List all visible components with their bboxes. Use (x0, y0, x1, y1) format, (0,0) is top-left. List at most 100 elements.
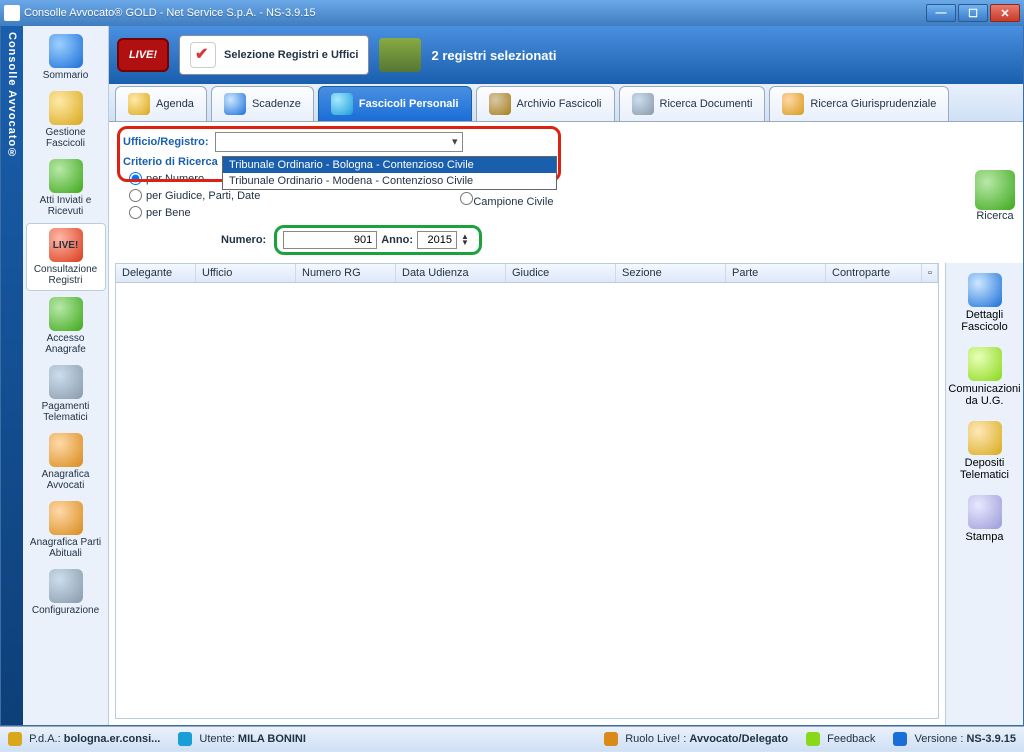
window-titlebar: Consolle Avvocato® GOLD - Net Service S.… (0, 0, 1024, 26)
action-stampa[interactable]: Stampa (950, 491, 1020, 547)
status-versione: Versione : NS-3.9.15 (893, 732, 1016, 746)
th-giudice[interactable]: Giudice (506, 264, 616, 282)
radio-campione[interactable]: Campione Civile (460, 192, 553, 208)
payment-icon (49, 365, 83, 399)
nav-label: Gestione Fascicoli (28, 127, 104, 149)
status-pda: P.d.A.: bologna.er.consi... (8, 732, 160, 746)
nav-accesso-anagrafe[interactable]: Accesso Anagrafe (26, 293, 106, 359)
close-button[interactable]: ✕ (990, 4, 1020, 22)
nav-sommario[interactable]: Sommario (26, 30, 106, 85)
anno-spinner[interactable]: ▲▼ (461, 234, 473, 246)
action-depositi[interactable]: Depositi Telematici (950, 417, 1020, 485)
anno-label: Anno: (381, 234, 413, 246)
printer-icon (968, 495, 1002, 529)
archive-icon (489, 93, 511, 115)
search-criteria: Ufficio/Registro: Tribunale Ordinario - … (109, 122, 1023, 263)
folder-search-icon (331, 93, 353, 115)
anno-input[interactable] (417, 231, 457, 249)
lawyer-icon (49, 433, 83, 467)
tab-fascicoli-personali[interactable]: Fascicoli Personali (318, 86, 472, 121)
th-delegante[interactable]: Delegante (116, 264, 196, 282)
table-header: Delegante Ufficio Numero RG Data Udienza… (116, 264, 938, 283)
status-utente: Utente: MILA BONINI (178, 732, 306, 746)
right-actions: Dettagli Fascicolo Comunicazioni da U.G.… (945, 263, 1023, 725)
nav-anagrafica-parti[interactable]: Anagrafica Parti Abituali (26, 497, 106, 563)
th-ufficio[interactable]: Ufficio (196, 264, 296, 282)
hammer-icon (782, 93, 804, 115)
window-title: Consolle Avvocato® GOLD - Net Service S.… (24, 7, 926, 19)
nav-label: Pagamenti Telematici (28, 401, 104, 423)
maximize-button[interactable]: ☐ (958, 4, 988, 22)
download-icon (968, 347, 1002, 381)
nav-gestione-fascicoli[interactable]: Gestione Fascicoli (26, 87, 106, 153)
th-numero-rg[interactable]: Numero RG (296, 264, 396, 282)
th-controparte[interactable]: Controparte (826, 264, 922, 282)
numero-label: Numero: (221, 234, 266, 246)
nav-configurazione[interactable]: Configurazione (26, 565, 106, 620)
ufficio-dropdown[interactable]: Tribunale Ordinario - Bologna - Contenzi… (222, 156, 557, 190)
server-icon (8, 732, 22, 746)
app-icon (4, 5, 20, 21)
nav-pagamenti[interactable]: Pagamenti Telematici (26, 361, 106, 427)
dropdown-option-modena[interactable]: Tribunale Ordinario - Modena - Contenzio… (223, 173, 556, 189)
info-icon (49, 34, 83, 68)
feedback-icon (806, 732, 820, 746)
people-icon (49, 501, 83, 535)
live-badge: LIVE! (117, 38, 169, 72)
status-ruolo: Ruolo Live! : Avvocato/Delegato (604, 732, 788, 746)
radio-per-giudice[interactable]: per Giudice, Parti, Date (129, 189, 260, 202)
tab-scadenze[interactable]: Scadenze (211, 86, 314, 121)
action-comunicazioni[interactable]: Comunicazioni da U.G. (950, 343, 1020, 411)
nav-label: Sommario (43, 70, 89, 81)
tab-row: Agenda Scadenze Fascicoli Personali Arch… (109, 84, 1023, 122)
nav-consultazione-registri[interactable]: LIVE! Consultazione Registri (26, 223, 106, 291)
info-icon (893, 732, 907, 746)
anagrafe-icon (49, 297, 83, 331)
search-icon (975, 170, 1015, 210)
tab-archivio-fascicoli[interactable]: Archivio Fascicoli (476, 86, 615, 121)
doc-search-icon (632, 93, 654, 115)
button-label: Ricerca (976, 210, 1013, 222)
tab-ricerca-giurisprudenziale[interactable]: Ricerca Giurisprudenziale (769, 86, 949, 121)
books-icon (379, 38, 421, 72)
highlight-green-box: Anno: ▲▼ (274, 225, 482, 255)
button-label: Selezione Registri e Uffici (224, 49, 358, 61)
exchange-icon (49, 159, 83, 193)
side-rail: Consolle Avvocato® (1, 26, 23, 725)
nav-label: Configurazione (32, 605, 99, 616)
check-icon (190, 42, 216, 68)
ricerca-big-button[interactable]: Ricerca (967, 170, 1023, 222)
nav-anagrafica-avvocati[interactable]: Anagrafica Avvocati (26, 429, 106, 495)
side-rail-label: Consolle Avvocato® (6, 32, 18, 160)
user-icon (178, 732, 192, 746)
nav-label: Atti Inviati e Ricevuti (28, 195, 104, 217)
tab-ricerca-documenti[interactable]: Ricerca Documenti (619, 86, 766, 121)
nav-atti-inviati[interactable]: Atti Inviati e Ricevuti (26, 155, 106, 221)
role-icon (604, 732, 618, 746)
numero-input[interactable] (283, 231, 377, 249)
left-nav: Sommario Gestione Fascicoli Atti Inviati… (23, 26, 109, 725)
action-dettagli-fascicolo[interactable]: Dettagli Fascicolo (950, 269, 1020, 337)
th-data-udienza[interactable]: Data Udienza (396, 264, 506, 282)
minimize-button[interactable]: — (926, 4, 956, 22)
nav-label: Consultazione Registri (29, 264, 103, 286)
deposit-icon (968, 421, 1002, 455)
tab-agenda[interactable]: Agenda (115, 86, 207, 121)
ufficio-label: Ufficio/Registro: (123, 136, 209, 148)
selezione-registri-button[interactable]: Selezione Registri e Uffici (179, 35, 369, 75)
top-bar: LIVE! Selezione Registri e Uffici 2 regi… (109, 26, 1023, 84)
folder-icon (49, 91, 83, 125)
settings-icon (49, 569, 83, 603)
th-corner[interactable]: ▫ (922, 264, 938, 282)
th-parte[interactable]: Parte (726, 264, 826, 282)
nav-label: Accesso Anagrafe (28, 333, 104, 355)
deadline-icon (224, 93, 246, 115)
th-sezione[interactable]: Sezione (616, 264, 726, 282)
radio-per-bene[interactable]: per Bene (129, 206, 260, 219)
table-body (116, 283, 938, 718)
calendar-icon (128, 93, 150, 115)
ufficio-registro-combo[interactable] (215, 132, 463, 152)
status-feedback[interactable]: Feedback (806, 732, 875, 746)
dropdown-option-bologna[interactable]: Tribunale Ordinario - Bologna - Contenzi… (223, 157, 556, 173)
nav-label: Anagrafica Avvocati (28, 469, 104, 491)
